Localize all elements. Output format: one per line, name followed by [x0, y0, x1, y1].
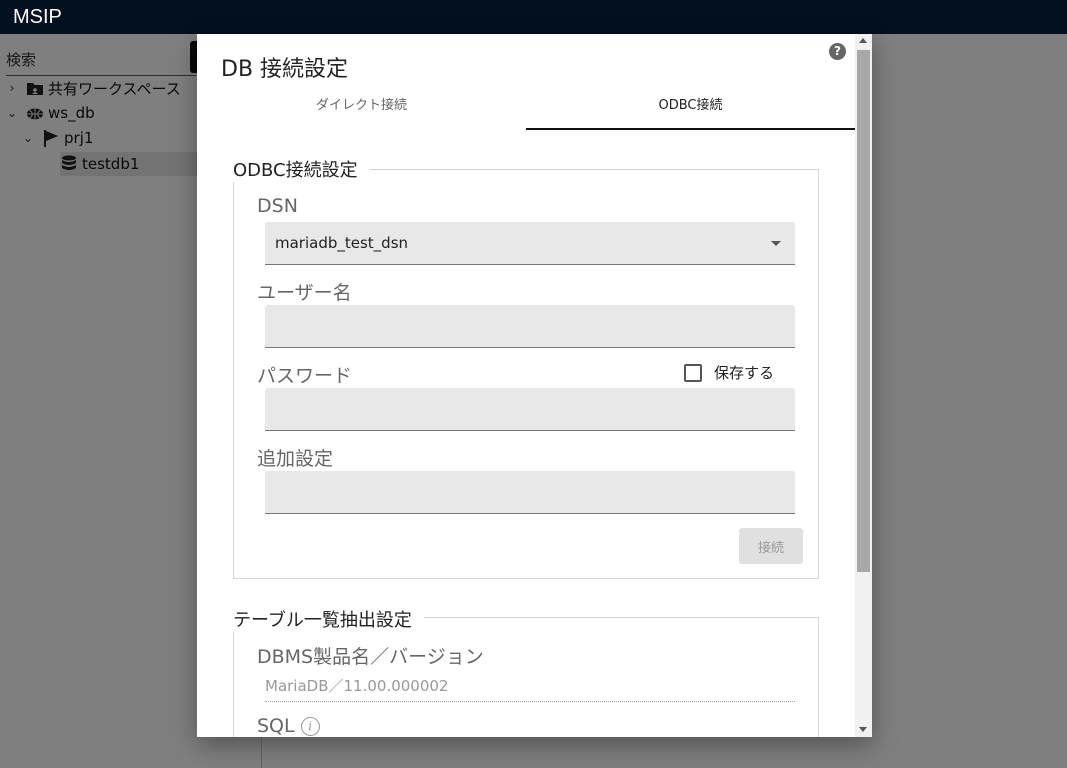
app-header: MSIP — [0, 0, 1067, 34]
dropdown-arrow-icon — [771, 241, 781, 246]
dsn-select-value: mariadb_test_dsn — [275, 234, 409, 252]
checkbox-box[interactable] — [684, 363, 702, 382]
db-connection-dialog: ? DB 接続設定 ダイレクト接続 ODBC接続 ODBC接続設定 DSN ma… — [197, 34, 872, 737]
info-icon[interactable]: i — [300, 716, 320, 736]
scroll-up-arrow-icon[interactable] — [859, 38, 867, 43]
connect-button[interactable]: 接続 — [739, 528, 803, 564]
tab-odbc-connection[interactable]: ODBC接続 — [526, 90, 855, 130]
scroll-thumb[interactable] — [857, 50, 870, 572]
username-label: ユーザー名 — [257, 282, 352, 304]
help-icon[interactable]: ? — [829, 43, 846, 60]
odbc-settings-legend: ODBC接続設定 — [233, 156, 370, 182]
tab-direct-connection[interactable]: ダイレクト接続 — [197, 90, 526, 130]
sql-label: SQL — [257, 715, 295, 737]
dsn-select[interactable]: mariadb_test_dsn — [265, 222, 795, 265]
dialog-title: DB 接続設定 — [221, 57, 349, 82]
scroll-down-arrow-icon[interactable] — [859, 727, 867, 732]
sql-label-row: SQL i — [257, 715, 320, 737]
username-input[interactable] — [265, 305, 795, 347]
extra-settings-field[interactable] — [265, 471, 795, 514]
dbms-label: DBMS製品名／バージョン — [257, 646, 484, 668]
dialog-scrollbar[interactable] — [855, 34, 872, 737]
save-password-checkbox[interactable]: 保存する — [684, 362, 774, 383]
extra-settings-label: 追加設定 — [257, 448, 334, 470]
app-title: MSIP — [13, 6, 62, 28]
table-extraction-legend: テーブル一覧抽出設定 — [233, 606, 424, 632]
save-password-label: 保存する — [714, 364, 775, 382]
connection-tabs: ダイレクト接続 ODBC接続 — [197, 90, 855, 130]
extra-settings-input[interactable] — [265, 471, 795, 513]
password-field[interactable] — [265, 388, 795, 431]
dsn-label: DSN — [257, 195, 298, 217]
dbms-value: MariaDB／11.00.000002 — [265, 675, 795, 702]
password-label: パスワード — [257, 365, 353, 387]
username-field[interactable] — [265, 305, 795, 348]
password-input[interactable] — [265, 388, 795, 430]
